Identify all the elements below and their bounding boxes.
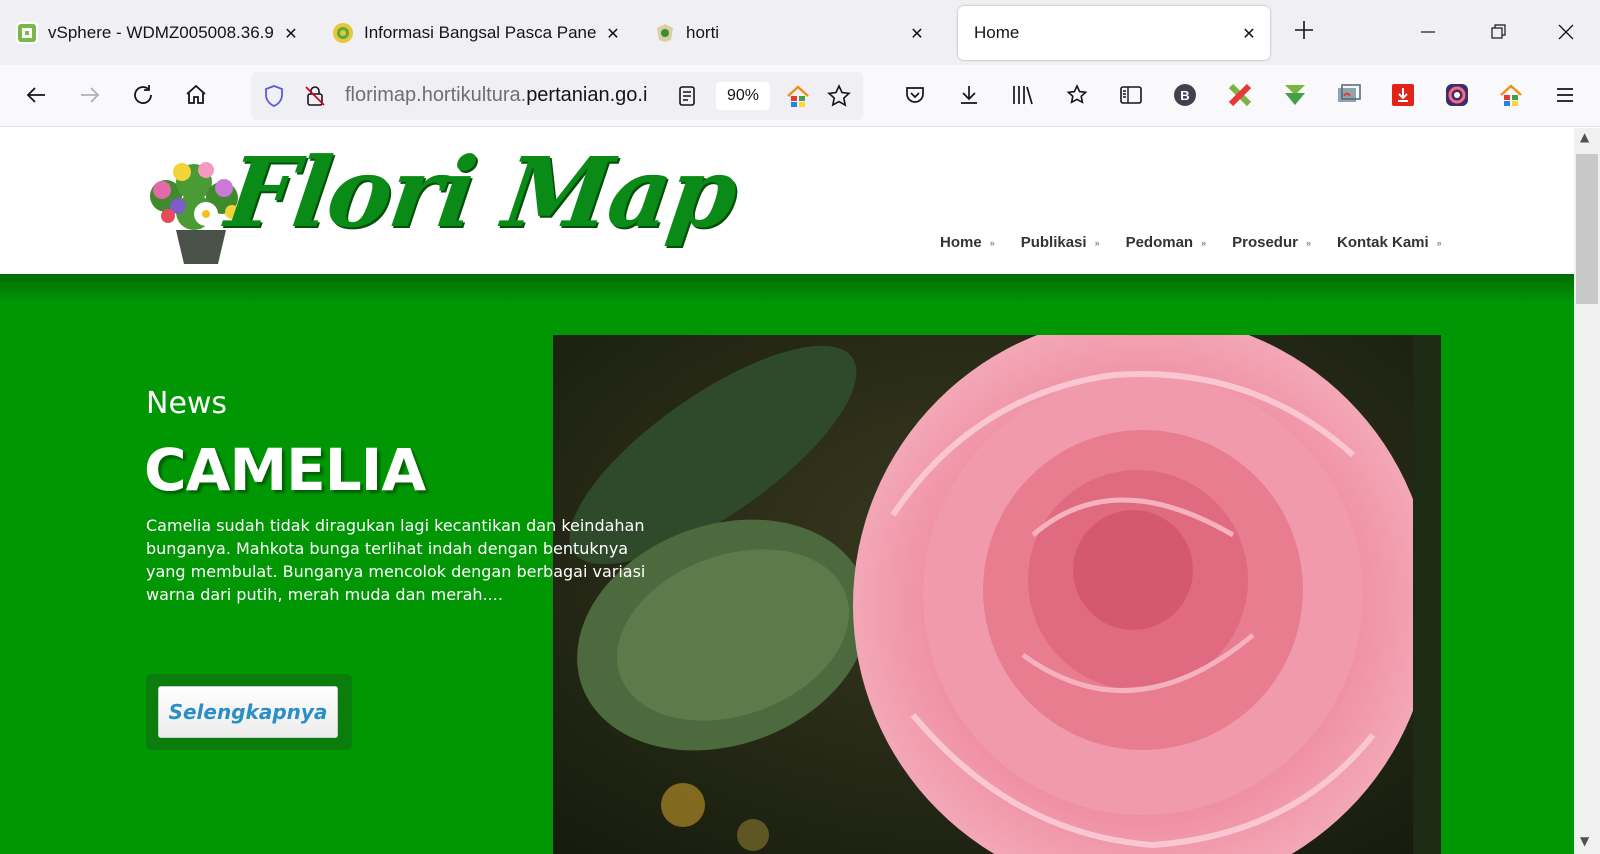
svg-text:B: B (1180, 88, 1189, 103)
hero-button-frame: Selengkapnya (146, 674, 352, 750)
tab-strip: vSphere - WDMZ005008.36.9 ✕ Informasi Ba… (0, 0, 1600, 65)
nav-kontak-kami[interactable]: Kontak Kami» (1337, 234, 1442, 251)
double-chevron-icon: » (1201, 237, 1207, 248)
selengkapnya-button[interactable]: Selengkapnya (158, 686, 338, 738)
minimize-icon[interactable] (1414, 18, 1442, 46)
site-logo[interactable]: Flori Map (220, 136, 743, 249)
insecure-lock-icon[interactable] (303, 84, 327, 112)
vsphere-icon (16, 22, 38, 44)
reader-view-icon[interactable] (675, 84, 699, 112)
hero-label: News (146, 386, 228, 421)
url-text[interactable]: florimap.hortikultura.pertanian.go.i (345, 84, 675, 107)
bookmarks-menu-icon[interactable] (1062, 80, 1092, 110)
screenshot-icon[interactable] (1334, 80, 1364, 110)
double-chevron-icon: » (1436, 237, 1442, 248)
hero-description: Camelia sudah tidak diragukan lagi kecan… (146, 516, 646, 604)
library-icon[interactable] (1009, 80, 1039, 110)
new-tab-icon[interactable] (1292, 18, 1316, 42)
scroll-up-icon[interactable]: ▲ (1580, 130, 1589, 144)
site-header: Flori Map Home» Publikasi» Pedoman» Pros… (0, 128, 1574, 274)
close-tab-icon[interactable]: ✕ (602, 22, 624, 44)
page-viewport: Flori Map Home» Publikasi» Pedoman» Pros… (0, 128, 1574, 854)
home-colorful-icon[interactable] (1496, 80, 1526, 110)
double-chevron-icon: » (1305, 237, 1311, 248)
close-tab-icon[interactable]: ✕ (1238, 22, 1260, 44)
emblem-icon (332, 22, 354, 44)
b-badge-icon[interactable]: B (1170, 80, 1200, 110)
site-navigation: Home» Publikasi» Pedoman» Prosedur» Kont… (940, 234, 1468, 251)
tab-vsphere[interactable]: vSphere - WDMZ005008.36.9 ✕ (0, 6, 312, 60)
camera-icon[interactable] (1442, 80, 1472, 110)
address-bar[interactable]: florimap.hortikultura.pertanian.go.i 90% (251, 72, 863, 120)
tab-informasi-bangsal[interactable]: Informasi Bangsal Pasca Pane ✕ (316, 6, 634, 60)
tab-title: Home (974, 23, 1020, 42)
home-icon[interactable] (181, 80, 211, 110)
home-colorful-icon[interactable] (785, 83, 811, 113)
tab-home[interactable]: Home ✕ (958, 6, 1270, 60)
nav-publikasi[interactable]: Publikasi» (1021, 234, 1100, 251)
forward-icon[interactable] (75, 80, 105, 110)
bookmark-star-icon[interactable] (826, 83, 852, 113)
nav-pedoman[interactable]: Pedoman» (1126, 234, 1207, 251)
pocket-icon[interactable] (900, 80, 930, 110)
restore-icon[interactable] (1484, 18, 1512, 46)
download-arrow-icon[interactable] (1280, 80, 1310, 110)
app-menu-icon[interactable] (1550, 80, 1580, 110)
back-icon[interactable] (21, 80, 51, 110)
nav-home[interactable]: Home» (940, 234, 995, 251)
scrollbar-thumb[interactable] (1576, 154, 1598, 304)
vertical-scrollbar[interactable]: ▲ ▼ (1574, 128, 1600, 854)
reload-icon[interactable] (128, 80, 158, 110)
tab-horti[interactable]: horti ✕ (638, 6, 938, 60)
hero-slider: News CAMELIA Camelia sudah tidak diraguk… (0, 274, 1574, 854)
hero-shadow (0, 274, 1574, 302)
tools-icon[interactable] (1225, 80, 1255, 110)
tab-title: vSphere - WDMZ005008.36.9 (48, 23, 274, 42)
pdf-icon[interactable] (1388, 80, 1418, 110)
navigation-toolbar: florimap.hortikultura.pertanian.go.i 90%… (0, 65, 1600, 127)
tab-title: Informasi Bangsal Pasca Pane (364, 23, 597, 42)
close-tab-icon[interactable]: ✕ (280, 22, 302, 44)
scroll-down-icon[interactable]: ▼ (1580, 834, 1589, 848)
downloads-icon[interactable] (954, 80, 984, 110)
double-chevron-icon: » (1094, 237, 1100, 248)
sidebar-icon[interactable] (1116, 80, 1146, 110)
hero-title: CAMELIA (144, 436, 426, 504)
shield-icon[interactable] (262, 84, 286, 112)
close-window-icon[interactable] (1552, 18, 1580, 46)
zoom-level[interactable]: 90% (716, 82, 770, 110)
double-chevron-icon: » (989, 237, 995, 248)
horti-emblem-icon (654, 22, 676, 44)
camellia-photo (553, 335, 1441, 854)
close-tab-icon[interactable]: ✕ (906, 22, 928, 44)
nav-prosedur[interactable]: Prosedur» (1232, 234, 1311, 251)
tab-title: horti (686, 23, 720, 42)
